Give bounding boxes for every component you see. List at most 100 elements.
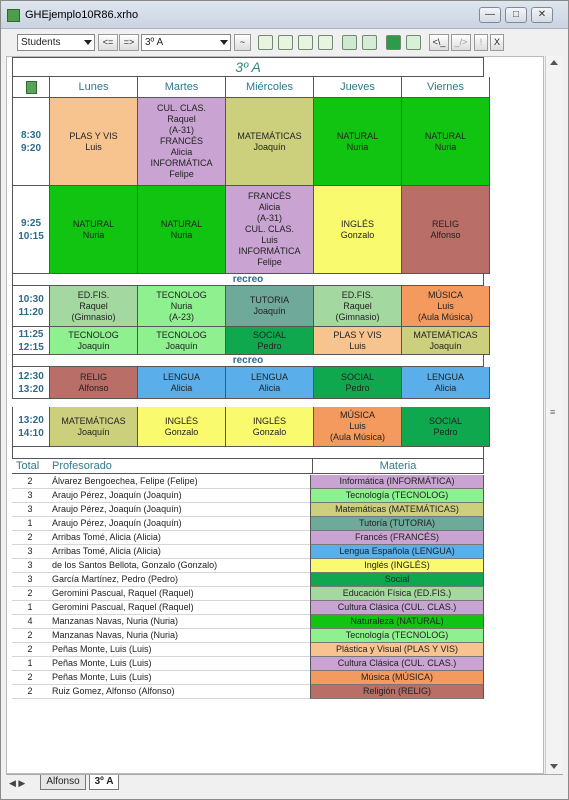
class-cell[interactable]: ED.FIS. Raquel (Gimnasio) xyxy=(314,286,402,327)
summary-total: 3 xyxy=(27,546,33,556)
summary-row: 2 Álvarez Bengoechea, Felipe (Felipe) Info… xyxy=(12,475,484,489)
schedule-title: 3º A xyxy=(12,57,484,77)
class-cell[interactable]: NATURAL Nuria xyxy=(138,186,226,274)
summary-row: 1 Geromini Pascual, Raquel (Raquel) Cultur… xyxy=(12,601,484,615)
time-slot-5: 13:20 14:10 xyxy=(12,407,50,447)
group-select[interactable]: 3º A xyxy=(141,34,231,51)
summary-teacher: Geromini Pascual, Raquel (Raquel) xyxy=(52,588,194,598)
sheet-tab-0[interactable]: Alfonso xyxy=(40,775,86,790)
day-header-3: Jueves xyxy=(314,77,402,98)
summary-teacher: Arribas Tomé, Alicia (Alicia) xyxy=(52,546,161,556)
teacher-view-icon[interactable] xyxy=(278,35,293,50)
class-cell[interactable]: RELIG Alfonso xyxy=(50,367,138,399)
summary-subject: Cultura Clásica (CUL. CLAS.) xyxy=(310,601,484,615)
summary-subject: Cultura Clásica (CUL. CLAS.) xyxy=(310,657,484,671)
day-header-1: Martes xyxy=(138,77,226,98)
alert-button[interactable]: ! xyxy=(474,34,488,51)
class-cell[interactable]: SOCIAL Pedro xyxy=(402,407,490,447)
class-cell[interactable]: MATEMÁTICAS Joaquín xyxy=(50,407,138,447)
summary-teacher: Peñas Monte, Luis (Luis) xyxy=(52,672,152,682)
app-window: GHEjemplo10R86.xrho — □ ✕ Students <= =>… xyxy=(0,0,569,800)
class-cell[interactable]: TECNOLOG Joaquín xyxy=(138,327,226,355)
class-cell[interactable]: FRANCÉS Alicia (A-31) CUL. CLAS. Luis IN… xyxy=(226,186,314,274)
monitor-icon[interactable] xyxy=(406,35,421,50)
summary-teacher: Araujo Pérez, Joaquín (Joaquín) xyxy=(52,518,182,528)
scroll-up-icon[interactable] xyxy=(550,60,558,65)
time-slot-4: 12:30 13:20 xyxy=(12,367,50,399)
summary-teacher: Manzanas Navas, Nuria (Nuria) xyxy=(52,630,179,640)
summary-row: 4 Manzanas Navas, Nuria (Nuria) Naturaleza… xyxy=(12,615,484,629)
title-bar: GHEjemplo10R86.xrho — □ ✕ xyxy=(1,1,568,29)
day-header-4: Viernes xyxy=(402,77,490,98)
class-cell[interactable]: INGLÉS Gonzalo xyxy=(138,407,226,447)
class-cell[interactable]: LENGUA Alicia xyxy=(402,367,490,399)
class-cell[interactable]: CUL. CLAS. Raquel (A-31) FRANCÉS Alicia … xyxy=(138,98,226,186)
leaf-icon[interactable] xyxy=(386,35,401,50)
class-cell[interactable]: INGLÉS Gonzalo xyxy=(314,186,402,274)
summary-teacher: Araujo Pérez, Joaquín (Joaquín) xyxy=(52,490,182,500)
day-header-0: Lunes xyxy=(50,77,138,98)
class-cell[interactable]: NATURAL Nuria xyxy=(50,186,138,274)
timetable-corner-icon xyxy=(12,77,50,98)
class-cell[interactable]: MÚSICA Luis (Aula Música) xyxy=(314,407,402,447)
room-view-icon[interactable] xyxy=(318,35,333,50)
app-icon xyxy=(7,9,20,22)
summary-total: 2 xyxy=(27,476,33,486)
class-cell[interactable]: NATURAL Nuria xyxy=(402,98,490,186)
scroll-down-icon[interactable] xyxy=(550,764,558,769)
cup-icon[interactable] xyxy=(362,35,377,50)
summary-teacher: de los Santos Bellota, Gonzalo (Gonzalo) xyxy=(52,560,218,570)
close-window-button[interactable]: ✕ xyxy=(531,7,553,23)
chevron-down-icon xyxy=(84,40,92,45)
scroll-grip-icon[interactable]: ≡ xyxy=(550,408,558,417)
summary-subject: Tecnología (TECNOLOG) xyxy=(310,629,484,643)
class-cell[interactable]: NATURAL Nuria xyxy=(314,98,402,186)
class-cell[interactable]: TECNOLOG Joaquín xyxy=(50,327,138,355)
summary-row: 2 Geromini Pascual, Raquel (Raquel) Educac… xyxy=(12,587,484,601)
undo-button[interactable]: <\_ xyxy=(429,34,449,51)
class-cell[interactable]: TUTORIA Joaquín xyxy=(226,286,314,327)
maximize-button[interactable]: □ xyxy=(505,7,527,23)
tilde-button[interactable]: ~ xyxy=(234,34,251,51)
next-button[interactable]: => xyxy=(119,34,139,51)
summary-total: 3 xyxy=(27,490,33,500)
table-view-icon[interactable] xyxy=(298,35,313,50)
class-cell[interactable]: TECNOLOG Nuria (A-23) xyxy=(138,286,226,327)
class-cell[interactable]: RELIG Alfonso xyxy=(402,186,490,274)
class-cell[interactable]: PLAS Y VIS Luis xyxy=(314,327,402,355)
close-tab-button[interactable]: X xyxy=(490,34,504,51)
summary-total: 2 xyxy=(27,588,33,598)
prev-button[interactable]: <= xyxy=(98,34,118,51)
summary-total: 1 xyxy=(27,518,33,528)
class-cell[interactable]: MÚSICA Luis (Aula Música) xyxy=(402,286,490,327)
class-cell[interactable]: PLAS Y VIS Luis xyxy=(50,98,138,186)
class-cell[interactable]: SOCIAL Pedro xyxy=(314,367,402,399)
class-cell[interactable]: MATEMÁTICAS Joaquín xyxy=(226,98,314,186)
class-cell[interactable]: INGLÉS Gonzalo xyxy=(226,407,314,447)
people-icon[interactable] xyxy=(342,35,357,50)
recreo-row-1: recreo xyxy=(12,274,484,286)
class-cell[interactable]: LENGUA Alicia xyxy=(138,367,226,399)
minimize-button[interactable]: — xyxy=(479,7,501,23)
summary-total: 2 xyxy=(27,686,33,696)
summary-teacher: Ruiz Gomez, Alfonso (Alfonso) xyxy=(52,686,175,696)
summary-subject: Naturaleza (NATURAL) xyxy=(310,615,484,629)
summary-row: 3 García Martínez, Pedro (Pedro) Social xyxy=(12,573,484,587)
class-cell[interactable]: SOCIAL Pedro xyxy=(226,327,314,355)
summary-subject: Social xyxy=(310,573,484,587)
view-select-value: Students xyxy=(21,37,61,48)
redo-button[interactable]: _/> xyxy=(451,34,471,51)
grid-view-icon[interactable] xyxy=(258,35,273,50)
tab-nav-arrows-icon[interactable]: ◀ ▶ xyxy=(9,778,25,789)
class-cell[interactable]: LENGUA Alicia xyxy=(226,367,314,399)
class-cell[interactable]: MATEMÁTICAS Joaquín xyxy=(402,327,490,355)
vertical-scrollbar[interactable]: ≡ xyxy=(545,56,562,774)
summary-teacher: Peñas Monte, Luis (Luis) xyxy=(52,644,152,654)
class-cell[interactable]: ED.FIS. Raquel (Gimnasio) xyxy=(50,286,138,327)
sheet-tab-1[interactable]: 3º A xyxy=(89,775,119,790)
summary-total: 3 xyxy=(27,504,33,514)
summary-total: 2 xyxy=(27,630,33,640)
view-select[interactable]: Students xyxy=(17,34,95,51)
summary-teacher: Geromini Pascual, Raquel (Raquel) xyxy=(52,602,194,612)
summary-subject: Música (MÚSICA) xyxy=(310,671,484,685)
